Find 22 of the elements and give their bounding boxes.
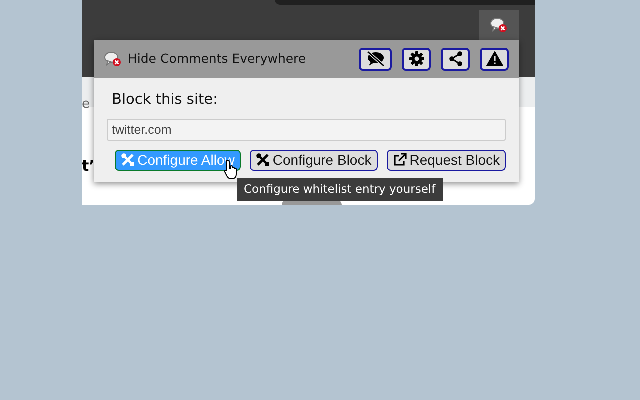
report-button[interactable] bbox=[480, 48, 509, 70]
settings-button[interactable] bbox=[402, 48, 431, 70]
action-button[interactable]: Configure Block bbox=[250, 150, 378, 171]
share-button[interactable] bbox=[441, 48, 470, 70]
hide-button[interactable] bbox=[359, 48, 392, 70]
tools-icon bbox=[120, 153, 135, 168]
block-site-label: Block this site: bbox=[112, 91, 219, 110]
action-button[interactable]: Request Block bbox=[386, 150, 506, 171]
extension-logo-icon bbox=[104, 51, 122, 67]
tools-icon bbox=[256, 153, 270, 168]
extension-button[interactable] bbox=[479, 10, 519, 40]
popup-title: Hide Comments Everywhere bbox=[128, 50, 308, 68]
site-field[interactable]: twitter.com bbox=[107, 118, 506, 141]
share-icon bbox=[448, 51, 464, 67]
warning-icon bbox=[486, 51, 504, 67]
hide-comments-icon bbox=[366, 51, 386, 67]
settings-icon bbox=[408, 51, 424, 67]
page-heading: t’ bbox=[82, 156, 95, 177]
page-text: e bbox=[82, 96, 90, 114]
external-link-icon bbox=[392, 153, 407, 168]
tooltip: Configure whitelist entry yourself bbox=[237, 178, 443, 202]
extension-logo-icon bbox=[490, 17, 508, 33]
